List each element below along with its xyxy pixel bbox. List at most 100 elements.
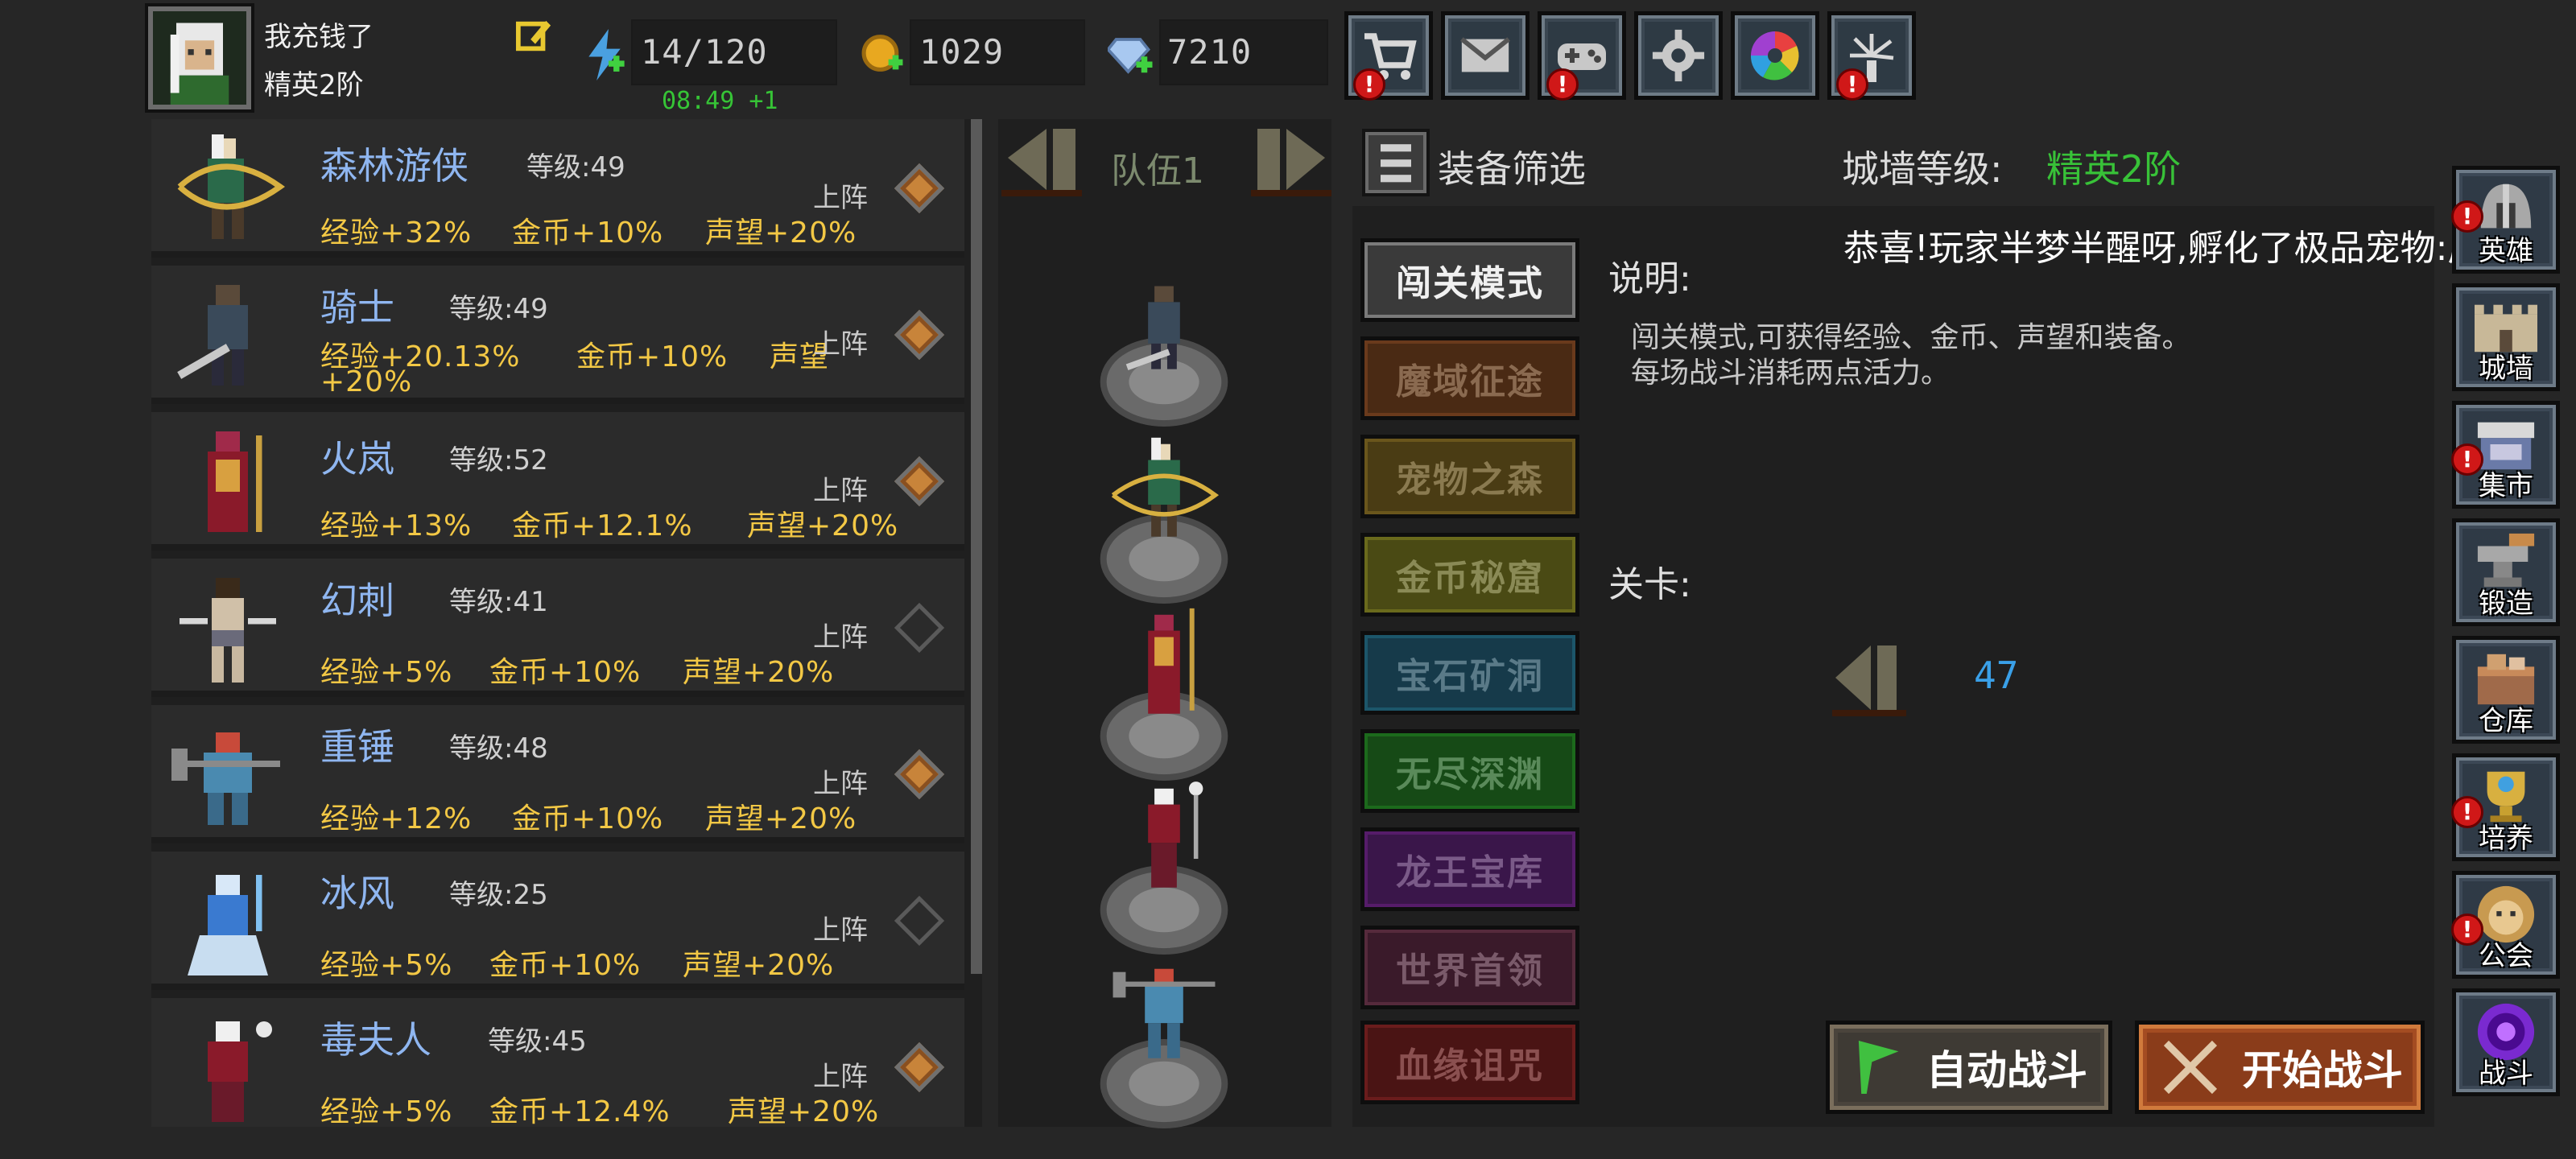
start-battle-button[interactable]: 开始战斗 (2135, 1021, 2425, 1114)
hero-row[interactable]: 毒夫人 等级:45 经验+5% 金币+12.4% 声望+20% 上阵 (151, 998, 964, 1127)
hero-list-scrollbar[interactable] (971, 119, 982, 974)
deploy-toggle[interactable] (894, 749, 945, 800)
team-label: 队伍1 (1111, 151, 1204, 192)
deploy-label: 上阵 (813, 328, 868, 361)
hero-level: 等级:41 (449, 586, 548, 618)
side-nav-label: 锻造 (2479, 588, 2533, 620)
shop-cart-button[interactable]: ! (1344, 11, 1433, 101)
hero-level: 等级:49 (449, 293, 548, 325)
side-nav-cultivate[interactable]: ! 培养 (2451, 753, 2560, 861)
poison-lady-sprite-icon (208, 1021, 272, 1122)
team-slot-3[interactable] (1100, 596, 1228, 781)
ice-wind-sprite-icon (188, 875, 268, 975)
team-slot-2[interactable] (1100, 419, 1228, 604)
alert-badge: ! (1546, 68, 1579, 101)
deploy-label: 上阵 (813, 475, 868, 507)
hero-row[interactable]: 重锤 等级:48 经验+12% 金币+10% 声望+20% 上阵 (151, 705, 964, 843)
team-prev-arrow-icon[interactable] (1001, 122, 1082, 196)
mode-button-gold-cave[interactable]: 金币秘窟 (1360, 533, 1579, 617)
deploy-toggle[interactable] (894, 456, 945, 507)
mode-button-dragon-vault[interactable]: 龙王宝库 (1360, 827, 1579, 911)
hero-row[interactable]: 火岚 等级:52 经验+13% 金币+12.1% 声望+20% 上阵 (151, 412, 964, 551)
hero-level: 等级:25 (449, 879, 548, 911)
start-battle-label: 开始战斗 (2242, 1047, 2403, 1094)
equipment-filter-button[interactable] (1362, 129, 1430, 196)
side-nav-battle[interactable]: 战斗 (2452, 988, 2560, 1096)
mail-icon (1460, 37, 1510, 72)
hero-row[interactable]: 森林游侠 等级:49 经验+32% 金币+10% 声望+20% 上阵 (151, 119, 964, 258)
hero-level: 等级:48 (449, 732, 548, 765)
hero-row[interactable]: 冰风 等级:25 经验+5% 金币+10% 声望+20% 上阵 (151, 852, 964, 990)
hero-list[interactable]: 森林游侠 等级:49 经验+32% 金币+10% 声望+20% 上阵 骑士 等级… (151, 119, 982, 1127)
side-nav-label: 战斗 (2479, 1058, 2533, 1090)
color-wheel-icon (1750, 31, 1799, 80)
diamond-gem-icon[interactable] (1106, 35, 1153, 76)
side-nav-heroes[interactable]: ! 英雄 (2451, 166, 2560, 274)
hero-level: 等级:49 (526, 151, 625, 184)
mode-button-world-boss[interactable]: 世界首领 (1360, 926, 1579, 1009)
side-nav-guild[interactable]: ! 公会 (2451, 871, 2560, 979)
edit-name-icon[interactable] (515, 18, 552, 55)
stage-prev-arrow-icon[interactable] (1832, 639, 1906, 720)
mode-button-pet-forest[interactable]: 宠物之森 (1360, 435, 1579, 518)
deploy-toggle[interactable] (894, 309, 945, 361)
knight-sprite-icon (177, 285, 248, 386)
hero-fame-bonus: 声望+20% (705, 217, 857, 250)
mode-button-endless-abyss[interactable]: 无尽深渊 (1360, 729, 1579, 813)
pedestal-knight-icon (1100, 286, 1228, 427)
minigame-button[interactable]: ! (1538, 11, 1626, 101)
mode-button-challenge[interactable]: 闯关模式 (1360, 238, 1579, 322)
hero-gold-bonus: 金币+12.4% (489, 1095, 671, 1127)
mode-button-demon-realm[interactable]: 魔域征途 (1360, 336, 1579, 420)
list-menu-icon (1381, 144, 1411, 183)
side-nav-forge[interactable]: 锻造 (2452, 518, 2560, 626)
assassin-sprite-icon (180, 578, 276, 683)
crossed-swords-icon (2163, 1040, 2218, 1095)
settings-button[interactable] (1634, 11, 1723, 100)
stage-number: 47 (1974, 654, 2019, 697)
hero-fame-bonus-wrap: +20% (320, 365, 413, 398)
side-nav-wall[interactable]: 城墙 (2452, 283, 2560, 391)
hero-row[interactable]: 幻刺 等级:41 经验+5% 金币+10% 声望+20% 上阵 (151, 559, 964, 697)
side-nav-market[interactable]: ! 集市 (2451, 401, 2560, 509)
player-rank: 精英2阶 (264, 69, 364, 101)
hero-level: 等级:52 (449, 444, 548, 476)
deploy-toggle[interactable] (894, 602, 945, 654)
deploy-toggle[interactable] (894, 163, 945, 214)
mode-button-gem-mine[interactable]: 宝石矿洞 (1360, 631, 1579, 715)
hero-fame-bonus: 声望+20% (683, 949, 835, 982)
side-nav-storage[interactable]: 仓库 (2452, 636, 2560, 744)
hero-exp-bonus: 经验+5% (320, 949, 453, 982)
team-slot-5[interactable] (1100, 943, 1228, 1128)
color-wheel-button[interactable] (1731, 11, 1819, 100)
team-slot-4[interactable] (1100, 769, 1228, 955)
gold-coin-icon[interactable] (861, 31, 903, 76)
auto-battle-button[interactable]: 自动战斗 (1826, 1021, 2112, 1114)
diamond-value: 7210 (1167, 32, 1253, 72)
side-nav-label: 集市 (2479, 470, 2533, 502)
hero-row[interactable]: 骑士 等级:49 经验+20.13% 金币+10% 声望 +20% 上阵 (151, 266, 964, 404)
team-slot-1[interactable] (1100, 241, 1228, 427)
pedestal-poison-lady-icon (1100, 782, 1228, 955)
event-fireworks-button[interactable]: ! (1827, 11, 1916, 101)
hammer-warrior-sprite-icon (171, 732, 280, 825)
player-avatar[interactable] (148, 6, 251, 109)
hero-name: 骑士 (320, 286, 394, 329)
hero-exp-bonus: 经验+5% (320, 656, 453, 689)
side-nav-label: 英雄 (2479, 235, 2533, 267)
fire-mage-sprite-icon (208, 431, 262, 532)
hero-gold-bonus: 金币+10% (489, 949, 642, 982)
avatar-portrait-icon (153, 11, 246, 105)
mode-button-blood-curse[interactable]: 血缘诅咒 (1360, 1021, 1579, 1104)
deploy-toggle[interactable] (894, 895, 945, 947)
hero-gold-bonus: 金币+10% (576, 340, 729, 373)
stage-title: 关卡: (1608, 564, 1691, 605)
description-line-2: 每场战斗消耗两点活力。 (1631, 357, 1951, 390)
mail-button[interactable] (1441, 11, 1530, 100)
hero-fame-bonus: 声望+20% (683, 656, 835, 689)
hero-level: 等级:45 (488, 1025, 587, 1058)
team-next-arrow-icon[interactable] (1251, 122, 1331, 196)
deploy-toggle[interactable] (894, 1041, 945, 1093)
settings-gear-icon (1652, 29, 1705, 82)
hero-gold-bonus: 金币+10% (489, 656, 642, 689)
